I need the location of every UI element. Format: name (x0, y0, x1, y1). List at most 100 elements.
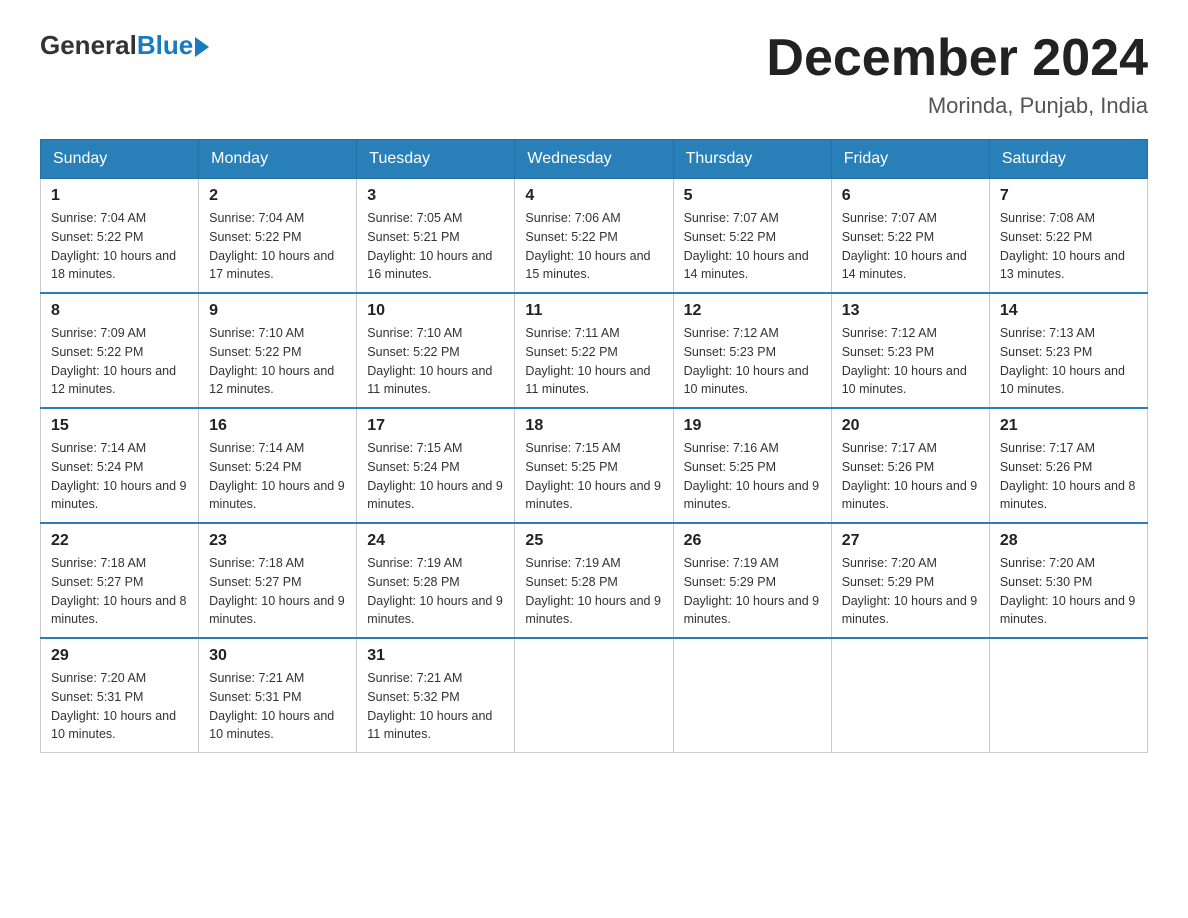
table-row (831, 638, 989, 753)
table-row: 20 Sunrise: 7:17 AMSunset: 5:26 PMDaylig… (831, 408, 989, 523)
logo: General Blue (40, 30, 209, 61)
table-row (673, 638, 831, 753)
day-number: 10 (367, 302, 504, 320)
day-info: Sunrise: 7:18 AMSunset: 5:27 PMDaylight:… (51, 556, 187, 626)
day-number: 31 (367, 647, 504, 665)
day-info: Sunrise: 7:20 AMSunset: 5:30 PMDaylight:… (1000, 556, 1136, 626)
day-info: Sunrise: 7:13 AMSunset: 5:23 PMDaylight:… (1000, 326, 1125, 396)
calendar-week-row: 22 Sunrise: 7:18 AMSunset: 5:27 PMDaylig… (41, 523, 1148, 638)
day-info: Sunrise: 7:21 AMSunset: 5:32 PMDaylight:… (367, 671, 492, 741)
table-row: 4 Sunrise: 7:06 AMSunset: 5:22 PMDayligh… (515, 179, 673, 294)
table-row: 21 Sunrise: 7:17 AMSunset: 5:26 PMDaylig… (989, 408, 1147, 523)
calendar-header-friday: Friday (831, 140, 989, 179)
month-title: December 2024 (766, 30, 1148, 87)
day-number: 13 (842, 302, 979, 320)
day-number: 7 (1000, 187, 1137, 205)
table-row: 18 Sunrise: 7:15 AMSunset: 5:25 PMDaylig… (515, 408, 673, 523)
day-info: Sunrise: 7:07 AMSunset: 5:22 PMDaylight:… (684, 211, 809, 281)
day-number: 9 (209, 302, 346, 320)
day-number: 20 (842, 417, 979, 435)
page-header: General Blue December 2024 Morinda, Punj… (40, 30, 1148, 119)
calendar-header-wednesday: Wednesday (515, 140, 673, 179)
table-row: 6 Sunrise: 7:07 AMSunset: 5:22 PMDayligh… (831, 179, 989, 294)
table-row: 24 Sunrise: 7:19 AMSunset: 5:28 PMDaylig… (357, 523, 515, 638)
day-info: Sunrise: 7:09 AMSunset: 5:22 PMDaylight:… (51, 326, 176, 396)
table-row: 26 Sunrise: 7:19 AMSunset: 5:29 PMDaylig… (673, 523, 831, 638)
day-info: Sunrise: 7:12 AMSunset: 5:23 PMDaylight:… (684, 326, 809, 396)
day-info: Sunrise: 7:10 AMSunset: 5:22 PMDaylight:… (367, 326, 492, 396)
day-info: Sunrise: 7:15 AMSunset: 5:25 PMDaylight:… (525, 441, 661, 511)
day-info: Sunrise: 7:10 AMSunset: 5:22 PMDaylight:… (209, 326, 334, 396)
calendar-header-saturday: Saturday (989, 140, 1147, 179)
day-number: 22 (51, 532, 188, 550)
day-number: 16 (209, 417, 346, 435)
table-row (989, 638, 1147, 753)
table-row: 13 Sunrise: 7:12 AMSunset: 5:23 PMDaylig… (831, 293, 989, 408)
logo-general-text: General (40, 30, 137, 61)
table-row: 12 Sunrise: 7:12 AMSunset: 5:23 PMDaylig… (673, 293, 831, 408)
day-number: 27 (842, 532, 979, 550)
day-info: Sunrise: 7:17 AMSunset: 5:26 PMDaylight:… (842, 441, 978, 511)
day-info: Sunrise: 7:14 AMSunset: 5:24 PMDaylight:… (51, 441, 187, 511)
location-title: Morinda, Punjab, India (766, 93, 1148, 119)
day-info: Sunrise: 7:12 AMSunset: 5:23 PMDaylight:… (842, 326, 967, 396)
table-row: 23 Sunrise: 7:18 AMSunset: 5:27 PMDaylig… (199, 523, 357, 638)
day-info: Sunrise: 7:21 AMSunset: 5:31 PMDaylight:… (209, 671, 334, 741)
day-number: 3 (367, 187, 504, 205)
day-number: 15 (51, 417, 188, 435)
day-info: Sunrise: 7:08 AMSunset: 5:22 PMDaylight:… (1000, 211, 1125, 281)
day-number: 23 (209, 532, 346, 550)
calendar-header-monday: Monday (199, 140, 357, 179)
table-row: 9 Sunrise: 7:10 AMSunset: 5:22 PMDayligh… (199, 293, 357, 408)
table-row: 11 Sunrise: 7:11 AMSunset: 5:22 PMDaylig… (515, 293, 673, 408)
table-row: 22 Sunrise: 7:18 AMSunset: 5:27 PMDaylig… (41, 523, 199, 638)
table-row: 30 Sunrise: 7:21 AMSunset: 5:31 PMDaylig… (199, 638, 357, 753)
day-number: 12 (684, 302, 821, 320)
day-number: 17 (367, 417, 504, 435)
day-number: 8 (51, 302, 188, 320)
table-row: 7 Sunrise: 7:08 AMSunset: 5:22 PMDayligh… (989, 179, 1147, 294)
table-row: 5 Sunrise: 7:07 AMSunset: 5:22 PMDayligh… (673, 179, 831, 294)
table-row: 25 Sunrise: 7:19 AMSunset: 5:28 PMDaylig… (515, 523, 673, 638)
table-row: 19 Sunrise: 7:16 AMSunset: 5:25 PMDaylig… (673, 408, 831, 523)
table-row: 8 Sunrise: 7:09 AMSunset: 5:22 PMDayligh… (41, 293, 199, 408)
day-number: 11 (525, 302, 662, 320)
day-number: 21 (1000, 417, 1137, 435)
day-number: 19 (684, 417, 821, 435)
day-number: 4 (525, 187, 662, 205)
day-number: 24 (367, 532, 504, 550)
day-info: Sunrise: 7:07 AMSunset: 5:22 PMDaylight:… (842, 211, 967, 281)
table-row: 10 Sunrise: 7:10 AMSunset: 5:22 PMDaylig… (357, 293, 515, 408)
day-info: Sunrise: 7:04 AMSunset: 5:22 PMDaylight:… (51, 211, 176, 281)
day-info: Sunrise: 7:06 AMSunset: 5:22 PMDaylight:… (525, 211, 650, 281)
table-row: 14 Sunrise: 7:13 AMSunset: 5:23 PMDaylig… (989, 293, 1147, 408)
logo-blue-text: Blue (137, 30, 193, 61)
day-info: Sunrise: 7:16 AMSunset: 5:25 PMDaylight:… (684, 441, 820, 511)
title-section: December 2024 Morinda, Punjab, India (766, 30, 1148, 119)
logo-arrow-icon (195, 37, 209, 57)
calendar-week-row: 1 Sunrise: 7:04 AMSunset: 5:22 PMDayligh… (41, 179, 1148, 294)
day-number: 18 (525, 417, 662, 435)
table-row: 29 Sunrise: 7:20 AMSunset: 5:31 PMDaylig… (41, 638, 199, 753)
table-row: 15 Sunrise: 7:14 AMSunset: 5:24 PMDaylig… (41, 408, 199, 523)
day-number: 1 (51, 187, 188, 205)
calendar-header-row: SundayMondayTuesdayWednesdayThursdayFrid… (41, 140, 1148, 179)
day-info: Sunrise: 7:05 AMSunset: 5:21 PMDaylight:… (367, 211, 492, 281)
day-number: 6 (842, 187, 979, 205)
calendar-week-row: 15 Sunrise: 7:14 AMSunset: 5:24 PMDaylig… (41, 408, 1148, 523)
calendar-header-sunday: Sunday (41, 140, 199, 179)
table-row: 31 Sunrise: 7:21 AMSunset: 5:32 PMDaylig… (357, 638, 515, 753)
table-row: 27 Sunrise: 7:20 AMSunset: 5:29 PMDaylig… (831, 523, 989, 638)
day-info: Sunrise: 7:15 AMSunset: 5:24 PMDaylight:… (367, 441, 503, 511)
day-info: Sunrise: 7:14 AMSunset: 5:24 PMDaylight:… (209, 441, 345, 511)
day-number: 29 (51, 647, 188, 665)
day-info: Sunrise: 7:19 AMSunset: 5:28 PMDaylight:… (367, 556, 503, 626)
day-number: 26 (684, 532, 821, 550)
day-info: Sunrise: 7:18 AMSunset: 5:27 PMDaylight:… (209, 556, 345, 626)
calendar-header-tuesday: Tuesday (357, 140, 515, 179)
day-info: Sunrise: 7:19 AMSunset: 5:28 PMDaylight:… (525, 556, 661, 626)
calendar-week-row: 8 Sunrise: 7:09 AMSunset: 5:22 PMDayligh… (41, 293, 1148, 408)
day-number: 2 (209, 187, 346, 205)
day-number: 14 (1000, 302, 1137, 320)
day-info: Sunrise: 7:04 AMSunset: 5:22 PMDaylight:… (209, 211, 334, 281)
